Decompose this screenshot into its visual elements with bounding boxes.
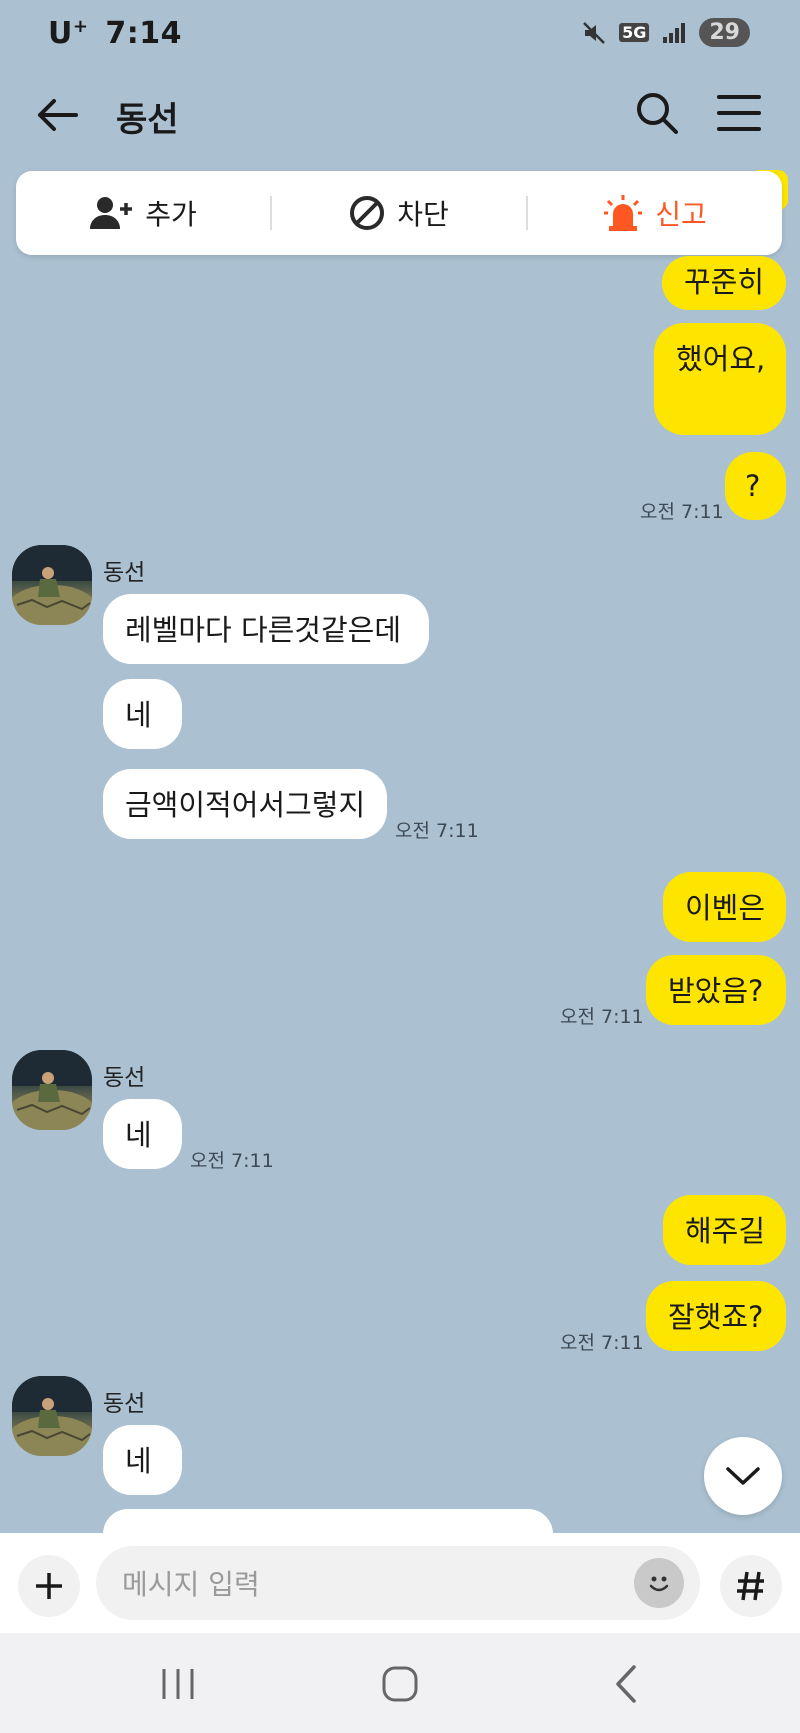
their-message: 네 [103, 1099, 182, 1169]
status-carrier-time: U+ 7:14 [48, 16, 182, 51]
nav-back-icon[interactable] [596, 1661, 656, 1707]
report-label: 신고 [655, 198, 707, 231]
message-time: 오전 7:11 [560, 1332, 644, 1354]
chat-title: 동선 [116, 100, 179, 140]
message-time: 오전 7:11 [640, 501, 724, 523]
hashtag-button[interactable] [720, 1555, 782, 1617]
siren-icon [604, 195, 643, 231]
avatar-photo-icon [12, 1376, 92, 1456]
search-icon[interactable] [634, 90, 680, 136]
their-message: 네 [103, 679, 182, 749]
attach-button[interactable] [18, 1555, 80, 1617]
my-message: 받았음? [646, 955, 786, 1025]
system-navigation-bar [0, 1633, 800, 1733]
recent-apps-icon[interactable] [148, 1661, 208, 1707]
my-message: 했어요, [654, 323, 786, 435]
add-person-icon [90, 197, 133, 229]
avatar[interactable] [12, 1376, 92, 1456]
home-icon[interactable] [370, 1661, 430, 1707]
their-message: 레벨마다 다른것같은데 [103, 594, 429, 664]
block-label: 차단 [397, 198, 449, 231]
sender-name: 동선 [103, 1065, 146, 1091]
message-time: 오전 7:11 [395, 820, 479, 842]
carrier-label: U [48, 16, 73, 51]
my-message: 이벤은 [663, 872, 786, 942]
menu-icon[interactable] [716, 92, 762, 134]
sender-name: 동선 [103, 560, 146, 586]
scroll-to-bottom-button[interactable] [704, 1437, 782, 1515]
hash-icon [737, 1571, 764, 1601]
emoji-icon [649, 1576, 669, 1592]
plus-icon [36, 1573, 62, 1599]
block-icon [350, 196, 385, 230]
status-bar: U+ 7:14 5G 29 [0, 0, 800, 70]
their-message: 네 [103, 1425, 182, 1495]
report-button[interactable]: 신고 [528, 171, 782, 255]
sender-name: 동선 [103, 1391, 146, 1417]
network-label: 5G [619, 23, 650, 42]
back-arrow-icon[interactable] [32, 90, 82, 140]
chat-header: 동선 [0, 78, 800, 148]
signal-icon [663, 22, 686, 43]
emoji-button[interactable] [634, 1558, 684, 1608]
add-friend-button[interactable]: 추가 [16, 171, 270, 255]
my-message: ? [725, 452, 786, 520]
avatar[interactable] [12, 1050, 92, 1130]
message-input-wrapper [96, 1546, 700, 1622]
message-time: 오전 7:11 [560, 1006, 644, 1028]
friend-action-bar: 추가 차단 신고 [16, 171, 782, 255]
message-time: 오전 7:11 [190, 1150, 274, 1172]
battery-indicator: 29 [699, 18, 750, 47]
add-friend-label: 추가 [145, 198, 197, 231]
block-button[interactable]: 차단 [272, 171, 526, 255]
mute-icon [583, 21, 605, 44]
avatar[interactable] [12, 545, 92, 625]
their-message: 금액이적어서그렇지 [103, 769, 387, 839]
carrier-sup: + [72, 16, 89, 37]
status-icons: 5G 29 [581, 18, 750, 47]
avatar-photo-icon [12, 1050, 92, 1130]
avatar-photo-icon [12, 545, 92, 625]
message-input-bar [0, 1533, 800, 1633]
my-message: 꾸준히 [662, 256, 786, 310]
chevron-down-icon [726, 1467, 760, 1485]
my-message: 잘햇죠? [646, 1281, 786, 1351]
message-input[interactable] [120, 1546, 604, 1622]
my-message: 해주길 [663, 1195, 786, 1265]
clock: 7:14 [105, 16, 183, 51]
